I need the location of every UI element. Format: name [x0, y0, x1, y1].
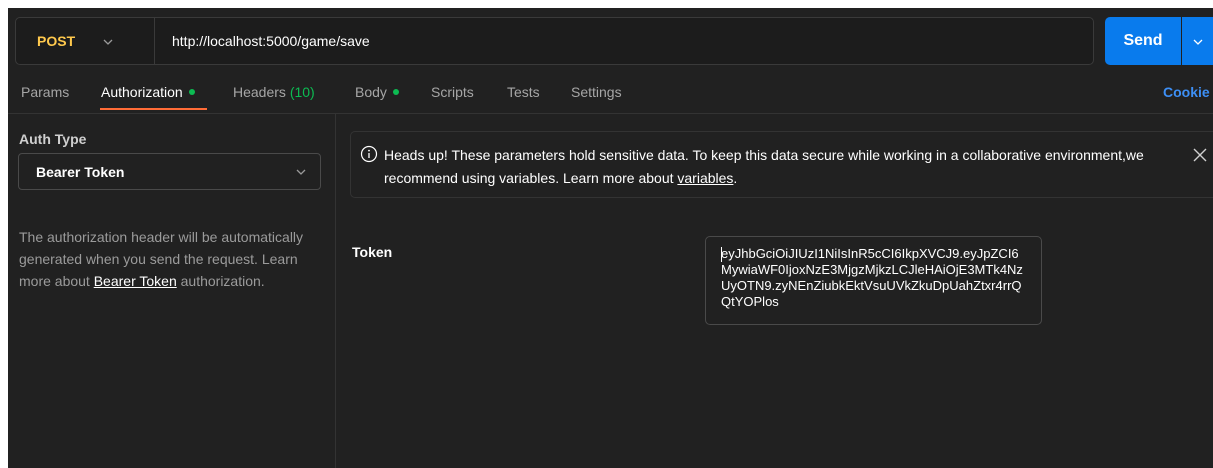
close-icon[interactable]	[1193, 148, 1207, 162]
url-bar: POST http://localhost:5000/game/save	[15, 17, 1094, 65]
url-input[interactable]: http://localhost:5000/game/save	[172, 33, 370, 49]
tab-label: Tests	[507, 84, 540, 100]
token-label: Token	[352, 244, 393, 260]
bearer-token-link[interactable]: Bearer Token	[94, 273, 177, 289]
tab-label: Body	[355, 84, 387, 100]
tab-params[interactable]: Params	[21, 84, 69, 100]
auth-description: The authorization header will be automat…	[19, 226, 324, 292]
active-tab-underline	[100, 108, 207, 110]
tab-label: Params	[21, 84, 70, 100]
auth-type-label: Auth Type	[19, 131, 87, 147]
tab-label: Authorization	[101, 84, 183, 100]
tab-label: Settings	[571, 84, 622, 100]
chevron-down-icon	[296, 166, 306, 178]
top-border	[0, 0, 1213, 8]
tab-tests[interactable]: Tests	[507, 84, 540, 100]
tab-scripts[interactable]: Scripts	[431, 84, 474, 100]
tab-label: Scripts	[431, 84, 474, 100]
banner-text-end: .	[733, 170, 738, 186]
tab-headers[interactable]: Headers (10)	[233, 84, 315, 100]
chevron-down-icon	[1193, 34, 1203, 48]
info-icon	[360, 145, 378, 163]
tab-settings[interactable]: Settings	[571, 84, 622, 100]
modified-dot	[392, 89, 399, 96]
chevron-down-icon	[103, 34, 113, 48]
tab-label: Headers	[233, 84, 286, 100]
token-value: eyJhbGciOiJIUzI1NiIsInR5cCI6IkpXVCJ9.eyJ…	[721, 246, 1023, 309]
text-caret	[721, 247, 722, 262]
divider	[8, 113, 1213, 114]
cookies-link[interactable]: Cookie	[1163, 84, 1210, 100]
auth-desc-text-end: authorization.	[176, 273, 265, 289]
modified-dot	[188, 89, 195, 96]
tab-body[interactable]: Body	[355, 84, 399, 100]
method-select[interactable]: POST	[16, 18, 155, 64]
left-border	[0, 8, 8, 468]
variables-link[interactable]: variables	[677, 170, 733, 186]
banner-text: Heads up! These parameters hold sensitiv…	[384, 147, 1144, 186]
banner-message: Heads up! These parameters hold sensitiv…	[384, 144, 1164, 190]
send-button[interactable]: Send	[1105, 17, 1181, 65]
method-label: POST	[37, 33, 76, 49]
auth-type-value: Bearer Token	[36, 163, 125, 180]
auth-type-select[interactable]: Bearer Token	[18, 153, 321, 190]
pane-divider[interactable]	[335, 114, 336, 468]
sensitive-data-banner: Heads up! These parameters hold sensitiv…	[350, 131, 1213, 198]
headers-count: (10)	[289, 84, 315, 100]
token-input[interactable]: eyJhbGciOiJIUzI1NiIsInR5cCI6IkpXVCJ9.eyJ…	[705, 236, 1042, 325]
send-options-button[interactable]	[1182, 17, 1213, 65]
tab-authorization[interactable]: Authorization	[101, 84, 195, 100]
